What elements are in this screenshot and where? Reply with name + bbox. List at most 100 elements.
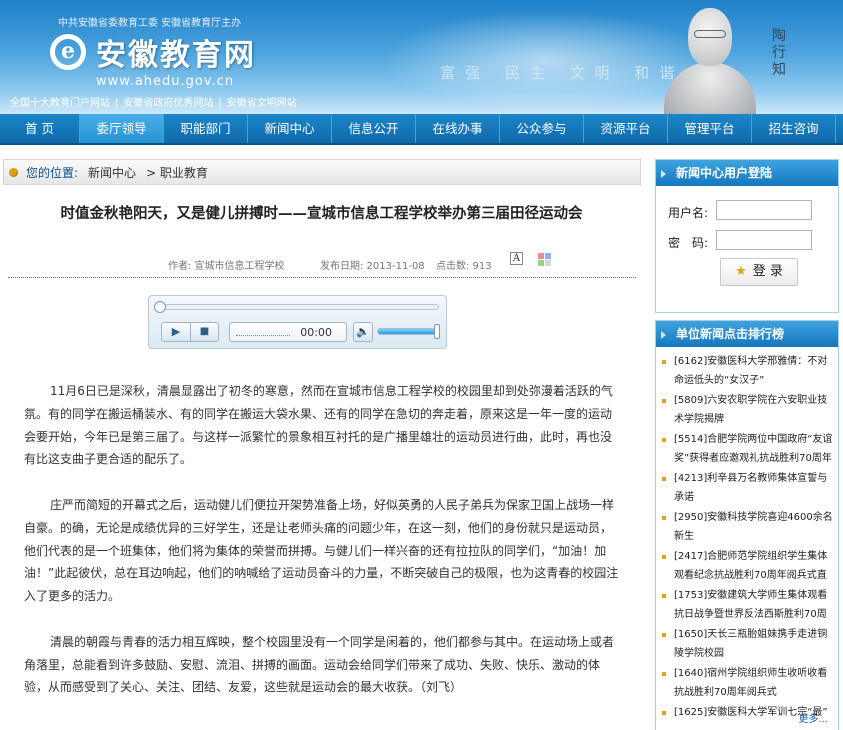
nav-management[interactable]: 管理平台: [668, 114, 752, 143]
rank-item-text: [2950]安徽科技学院喜迎4600余名新生: [674, 512, 833, 542]
sponsor-text: 中共安徽省委教育工委 安徽省教育厅主办: [58, 18, 242, 29]
bullet-icon: [662, 555, 666, 559]
main-nav: 首 页 委厅领导 职能部门 新闻中心 信息公开 在线办事 公众参与 资源平台 管…: [0, 114, 843, 145]
rank-item-text: [2417]合肥师范学院组织学生集体观看纪念抗战胜利70周年阅兵式直播: [674, 551, 828, 581]
time-dots: [236, 335, 290, 336]
stop-icon: ■: [199, 326, 210, 337]
header-link[interactable]: 全国十大教育门户网站: [10, 98, 110, 109]
play-icon: ▶: [171, 325, 181, 338]
breadcrumb: 您的位置: 新闻中心 > 职业教育: [3, 159, 641, 185]
header-links: 全国十大教育门户网站 | 安徽省政府优秀网站 | 安徽省文明网站: [10, 98, 297, 109]
seek-handle[interactable]: [154, 301, 166, 313]
seek-bar[interactable]: [154, 301, 439, 313]
logo-text: 安徽教育网: [96, 38, 256, 73]
article-date: 发布日期: 2013-11-08: [320, 261, 425, 272]
time-text: 00:00: [300, 326, 332, 339]
login-button[interactable]: ★ 登 录: [720, 258, 798, 286]
password-label: 密 码:: [668, 236, 709, 250]
login-panel-header: 新闻中心用户登陆: [656, 160, 838, 186]
more-link[interactable]: 更多...: [798, 710, 828, 725]
rank-panel-header: 单位新闻点击排行榜: [656, 321, 838, 347]
bullet-icon: [662, 633, 666, 637]
rank-list: [6162]安徽医科大学邢雅倩：不对命运低头的“女汉子” [5809]六安农职学…: [656, 347, 838, 724]
panel-arrow-icon: [661, 331, 666, 339]
username-label: 用户名:: [668, 206, 709, 220]
breadcrumb-item-vocational[interactable]: > 职业教育: [146, 164, 208, 181]
article-title: 时值金秋艳阳天，又是健儿拼搏时——宣城市信息工程学校举办第三届田径运动会: [60, 206, 583, 222]
logo-url: www.ahedu.gov.cn: [96, 74, 235, 89]
list-item[interactable]: [1753]安徽建筑大学师生集体观看抗日战争暨世界反法西斯胜利70周年庆: [660, 587, 833, 626]
list-item[interactable]: [5809]六安农职学院在六安职业技术学院揭牌: [660, 392, 833, 431]
site-header: 中共安徽省委教育工委 安徽省教育厅主办 e 安徽教育网 www.ahedu.go…: [0, 0, 843, 114]
bullet-icon: [662, 711, 666, 715]
nav-leaders[interactable]: 委厅领导: [80, 114, 164, 143]
article-author: 作者: 宣城市信息工程学校: [168, 261, 285, 272]
password-input[interactable]: [716, 230, 812, 250]
volume-fill: [378, 329, 435, 334]
color-scheme-icon[interactable]: [538, 253, 551, 266]
article-paragraph: 11月6日已是深秋，清晨显露出了初冬的寒意，然而在宣城市信息工程学校的校园里却到…: [24, 384, 613, 467]
bullet-icon: [662, 672, 666, 676]
audio-player: ▶ ■ 00:00 🔈: [148, 295, 447, 349]
nav-online-service[interactable]: 在线办事: [416, 114, 500, 143]
volume-icon: 🔈: [356, 325, 370, 338]
article-clicks: 点击数: 913: [436, 261, 492, 272]
star-icon: ★: [735, 264, 747, 279]
rank-item-text: [1650]天长三瓶胎姐妹携手走进铜陵学院校园: [674, 629, 828, 659]
bullet-icon: [662, 477, 666, 481]
rank-item-text: [6162]安徽医科大学邢雅倩：不对命运低头的“女汉子”: [674, 356, 828, 386]
bullet-icon: [662, 594, 666, 598]
nav-participation[interactable]: 公众参与: [500, 114, 584, 143]
volume-slider[interactable]: [377, 328, 439, 335]
list-item[interactable]: [1640]宿州学院组织师生收听收看抗战胜利70周年阅兵式: [660, 665, 833, 704]
bust-name: 陶行知: [772, 28, 786, 78]
rank-panel: 单位新闻点击排行榜 [6162]安徽医科大学邢雅倩：不对命运低头的“女汉子” […: [655, 320, 839, 730]
bullet-icon: [662, 438, 666, 442]
nav-news-center[interactable]: 新闻中心: [248, 114, 332, 143]
login-panel: 新闻中心用户登陆 用户名: 密 码: ★ 登 录: [655, 159, 839, 313]
list-item[interactable]: [5514]合肥学院两位中国政府“友谊奖”获得者应邀观礼抗战胜利70周年庆: [660, 431, 833, 470]
rank-item-text: [5514]合肥学院两位中国政府“友谊奖”获得者应邀观礼抗战胜利70周年庆: [674, 434, 833, 464]
panel-arrow-icon: [661, 170, 666, 178]
breadcrumb-label: 您的位置:: [26, 165, 79, 180]
rank-item-text: [1640]宿州学院组织师生收听收看抗战胜利70周年阅兵式: [674, 668, 828, 698]
nav-resources[interactable]: 资源平台: [584, 114, 668, 143]
rank-item-text: [1753]安徽建筑大学师生集体观看抗日战争暨世界反法西斯胜利70周年庆: [674, 590, 828, 620]
tao-xingzhi-bust-image: [664, 8, 756, 114]
rank-item-text: [4213]利辛县万名教师集体宣誓与承诺: [674, 473, 828, 503]
play-button[interactable]: ▶: [161, 322, 191, 342]
header-link[interactable]: 安徽省政府优秀网站: [123, 98, 213, 109]
site-logo[interactable]: e 安徽教育网: [50, 30, 256, 74]
list-item[interactable]: [4213]利辛县万名教师集体宣誓与承诺: [660, 470, 833, 509]
bullet-icon: [662, 360, 666, 364]
list-item[interactable]: [2417]合肥师范学院组织学生集体观看纪念抗战胜利70周年阅兵式直播: [660, 548, 833, 587]
article-paragraph: 庄严而简短的开幕式之后，运动健儿们便拉开架势准备上场，好似英勇的人民子弟兵为保家…: [24, 497, 619, 604]
time-display: 00:00: [229, 322, 347, 342]
rank-panel-title: 单位新闻点击排行榜: [676, 327, 785, 341]
bullet-icon: [662, 516, 666, 520]
header-link[interactable]: 安徽省文明网站: [227, 98, 297, 109]
nav-admissions[interactable]: 招生咨询: [752, 114, 836, 143]
header-cloud-decoration: [380, 10, 710, 110]
login-button-label: 登 录: [752, 264, 783, 279]
nav-home[interactable]: 首 页: [0, 114, 80, 143]
list-item[interactable]: [1650]天长三瓶胎姐妹携手走进铜陵学院校园: [660, 626, 833, 665]
volume-handle[interactable]: [434, 324, 440, 339]
font-size-icon[interactable]: A: [510, 252, 523, 265]
logo-at-icon: e: [50, 34, 86, 70]
breadcrumb-item-news-center[interactable]: 新闻中心: [88, 164, 136, 181]
stop-button[interactable]: ■: [191, 322, 219, 342]
nav-info-public[interactable]: 信息公开: [332, 114, 416, 143]
nav-departments[interactable]: 职能部门: [164, 114, 248, 143]
list-item[interactable]: [6162]安徽医科大学邢雅倩：不对命运低头的“女汉子”: [660, 353, 833, 392]
list-item[interactable]: [2950]安徽科技学院喜迎4600余名新生: [660, 509, 833, 548]
volume-button[interactable]: 🔈: [353, 322, 373, 342]
header-slogan: 富强 民主 文明 和谐: [440, 64, 685, 82]
bullet-icon: [662, 399, 666, 403]
meta-divider: [8, 277, 636, 278]
login-panel-title: 新闻中心用户登陆: [676, 166, 773, 180]
location-dot-icon: [9, 167, 18, 177]
article-paragraph: 清晨的朝霞与青春的活力相互辉映，整个校园里没有一个同学是闲着的，他们都参与其中。…: [24, 634, 615, 695]
username-input[interactable]: [716, 200, 812, 220]
rank-item-text: [5809]六安农职学院在六安职业技术学院揭牌: [674, 395, 828, 425]
